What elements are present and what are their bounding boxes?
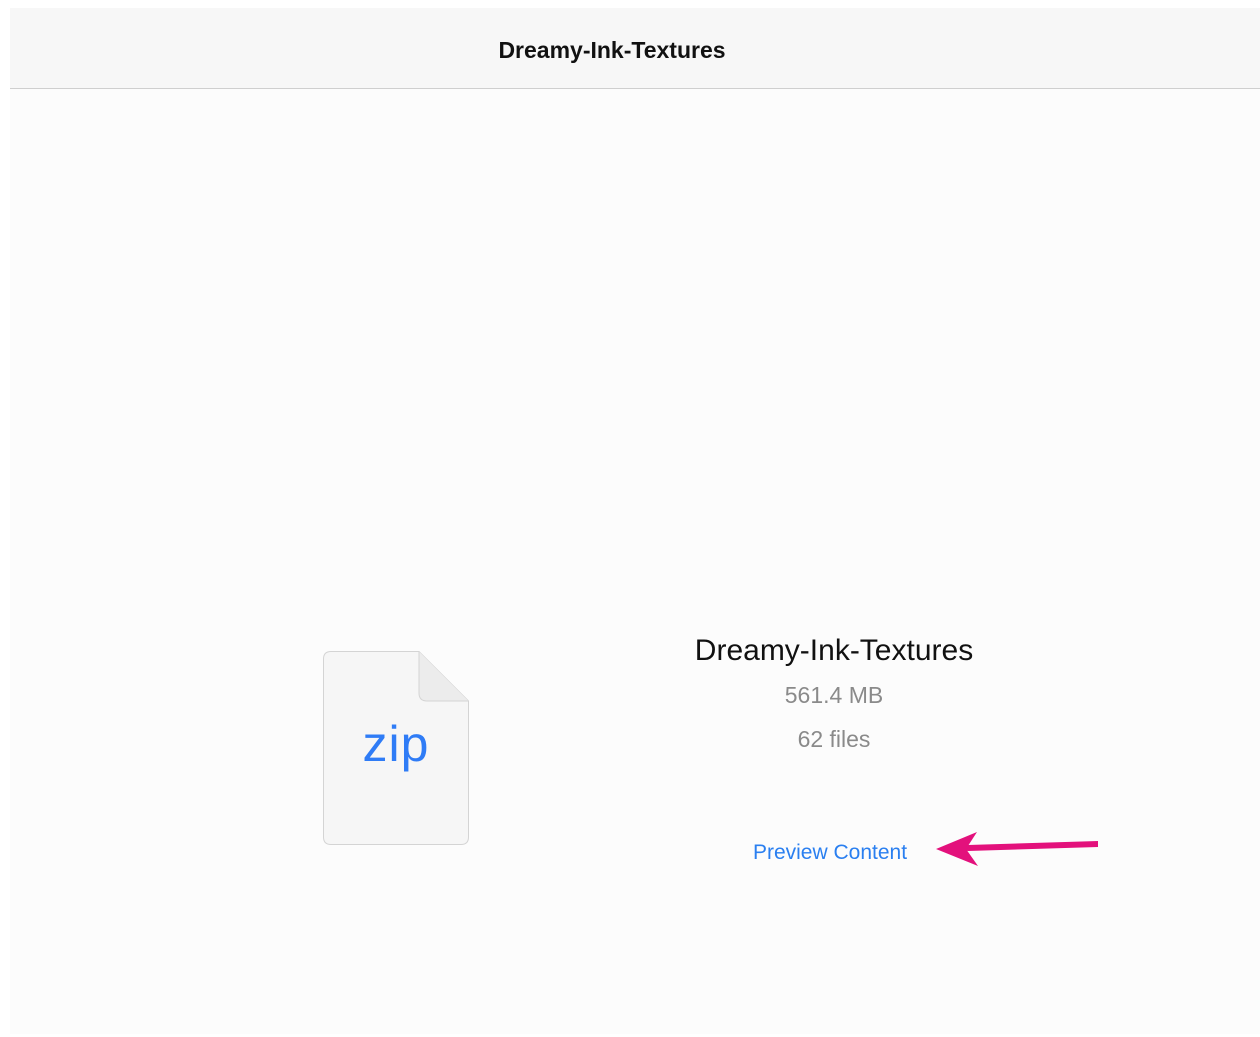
nav-title: Dreamy-Ink-Textures <box>498 37 726 63</box>
navigation-bar: Dreamy-Ink-Textures <box>10 8 1260 89</box>
file-count: 62 files <box>797 726 871 752</box>
arrow-left-icon <box>936 832 1098 866</box>
file-size: 561.4 MB <box>784 682 884 708</box>
file-extension-label: zip <box>362 716 430 772</box>
file-info: Dreamy-Ink-Textures 561.4 MB 62 files <box>624 630 1044 761</box>
preview-content-button[interactable]: Preview Content <box>738 836 922 870</box>
zip-file-icon: zip <box>323 651 469 845</box>
file-name: Dreamy-Ink-Textures <box>694 634 974 667</box>
file-preview-screen: Dreamy-Ink-Textures zip Dreamy-Ink-Textu… <box>10 8 1260 1034</box>
